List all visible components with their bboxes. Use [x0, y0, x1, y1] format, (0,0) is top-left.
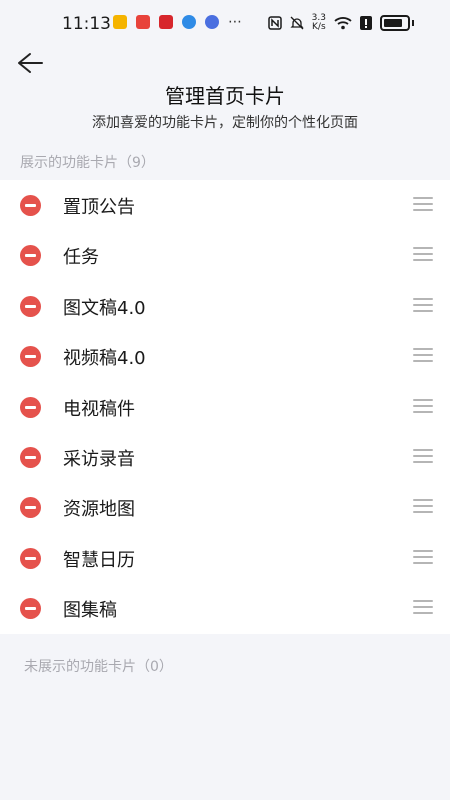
notification-app-icon: [205, 15, 219, 29]
battery-icon: [380, 15, 410, 31]
remove-card-button[interactable]: [20, 396, 41, 418]
card-label: 资源地图: [63, 499, 135, 521]
alert-icon: [360, 16, 372, 30]
drag-handle-icon[interactable]: [413, 448, 433, 463]
remove-card-button[interactable]: [20, 446, 41, 468]
drag-handle-icon[interactable]: [413, 549, 433, 564]
card-label: 任务: [63, 247, 99, 269]
shown-card-list: 置顶公告 任务 图文稿4.0 视频稿4.0 电视稿件 采访录音 资源地图 智慧日…: [0, 180, 450, 634]
remove-card-button[interactable]: [20, 497, 41, 519]
status-time: 11:13: [62, 14, 111, 34]
remove-card-button[interactable]: [20, 195, 41, 216]
remove-card-button[interactable]: [20, 547, 41, 569]
drag-handle-icon[interactable]: [413, 297, 433, 312]
remove-card-button[interactable]: [20, 295, 41, 317]
card-row: 智慧日历: [0, 533, 450, 583]
notification-app-icon: [113, 15, 127, 29]
card-row: 任务: [0, 230, 450, 280]
mute-icon: [290, 16, 304, 30]
remove-card-button[interactable]: [20, 598, 41, 620]
notification-app-icon: [182, 15, 196, 29]
more-notifications-icon: ⋯: [228, 14, 242, 30]
notification-icons: ⋯: [113, 15, 242, 29]
card-label: 视频稿4.0: [63, 348, 146, 370]
network-speed: 3.3 K/s: [312, 14, 326, 32]
card-label: 采访录音: [63, 448, 135, 470]
hidden-cards-section-label: 未展示的功能卡片（0）: [24, 659, 173, 675]
network-speed-unit: K/s: [312, 22, 326, 32]
card-row: 图集稿: [0, 583, 450, 633]
card-label: 置顶公告: [63, 197, 135, 218]
nfc-icon: [267, 16, 282, 30]
card-row: 资源地图: [0, 482, 450, 532]
system-status: 3.3 K/s: [267, 14, 414, 32]
remove-card-button[interactable]: [20, 346, 41, 368]
card-row: 置顶公告: [0, 180, 450, 230]
drag-handle-icon[interactable]: [413, 398, 433, 413]
page-subtitle: 添加喜爱的功能卡片，定制你的个性化页面: [92, 115, 358, 131]
card-row: 图文稿4.0: [0, 281, 450, 331]
notification-app-icon: [136, 15, 150, 29]
status-bar: 11:13 ⋯ 3.3 K/s: [0, 0, 450, 48]
card-label: 图文稿4.0: [63, 297, 146, 319]
card-row: 电视稿件: [0, 382, 450, 432]
battery-tip: [412, 20, 414, 26]
card-label: 电视稿件: [63, 398, 135, 420]
card-row: 采访录音: [0, 432, 450, 482]
back-button[interactable]: [14, 50, 48, 76]
notification-app-icon: [159, 15, 173, 29]
card-row: 视频稿4.0: [0, 331, 450, 381]
drag-handle-icon[interactable]: [413, 600, 433, 615]
drag-handle-icon[interactable]: [413, 197, 433, 211]
remove-card-button[interactable]: [20, 245, 41, 267]
drag-handle-icon[interactable]: [413, 348, 433, 363]
drag-handle-icon[interactable]: [413, 499, 433, 514]
drag-handle-icon[interactable]: [413, 247, 433, 262]
card-label: 图集稿: [63, 600, 117, 622]
shown-cards-section-label: 展示的功能卡片（9）: [20, 155, 155, 171]
page-title: 管理首页卡片: [165, 84, 285, 108]
wifi-icon: [334, 17, 352, 30]
card-label: 智慧日历: [63, 549, 135, 571]
